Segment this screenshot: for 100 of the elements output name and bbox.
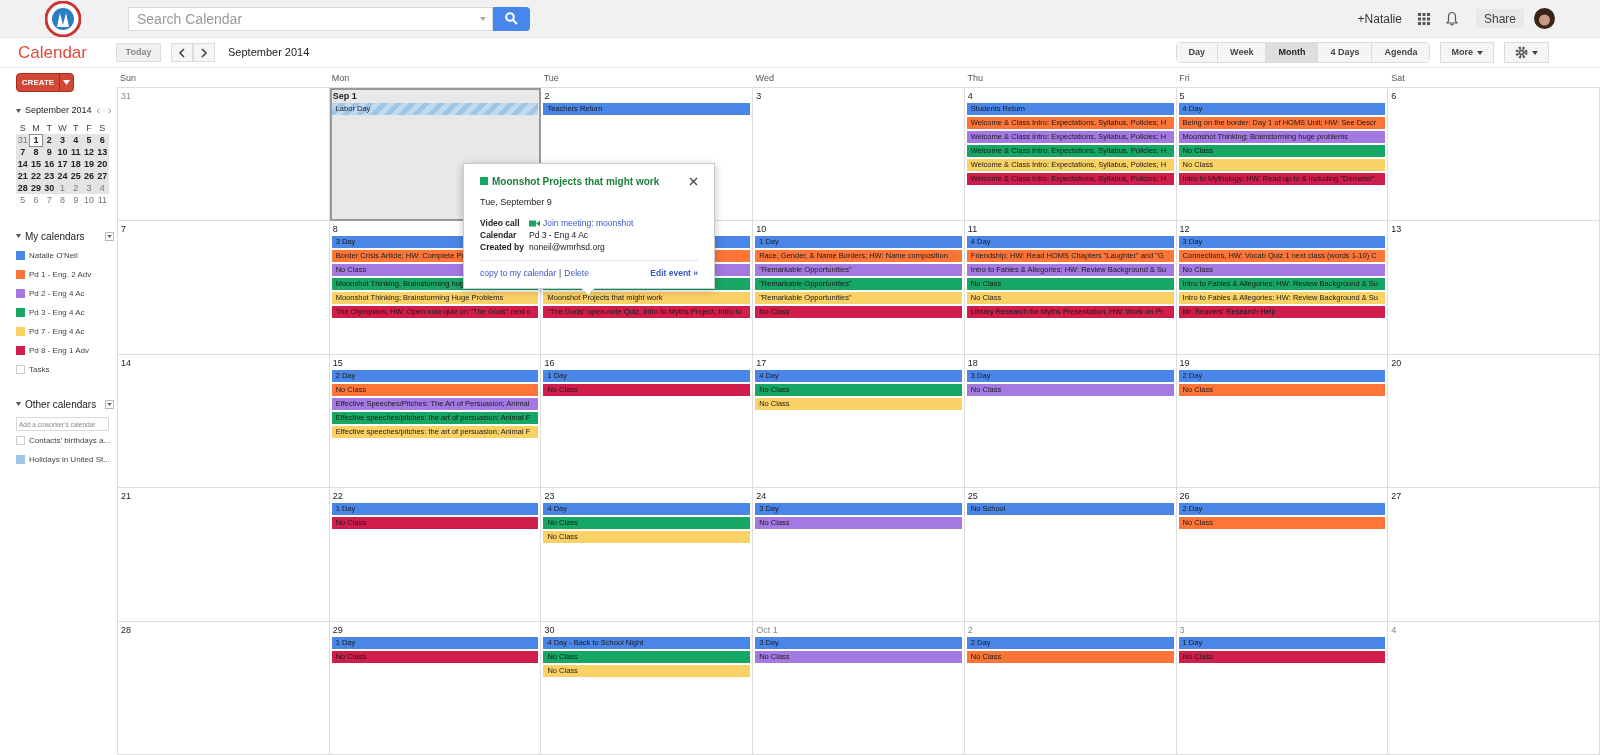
day-cell[interactable]: 31 [118,88,330,222]
day-cell[interactable]: 20 [1388,354,1600,489]
calendar-name[interactable]: Pd 3 - Eng 4 Ac [29,306,85,319]
date-label[interactable]: 12 [1179,224,1190,235]
calendar-name[interactable]: Pd 2 - Eng 4 Ac [29,287,85,300]
profile-link[interactable]: +Natalie [1357,9,1402,28]
day-cell[interactable]: 6 [1388,88,1600,222]
date-label[interactable]: 6 [1391,91,1397,101]
calendar-name[interactable]: Pd 1 - Eng. 2 Adv [29,268,92,281]
more-button[interactable]: More [1440,42,1494,63]
date-label[interactable]: 25 [967,491,978,502]
date-label[interactable]: 7 [121,224,126,235]
mini-calendar-day[interactable]: 7 [16,146,30,159]
date-label[interactable]: 27 [1391,491,1402,502]
mini-calendar-day[interactable]: 11 [95,194,109,207]
date-label[interactable]: 31 [121,91,131,101]
mini-calendar-day[interactable]: 31 [16,134,30,147]
date-label[interactable]: 18 [967,357,978,368]
date-label[interactable]: 13 [1391,224,1402,235]
date-label[interactable]: Oct 1 [756,624,778,635]
day-cell[interactable]: 14 [118,354,330,489]
mini-calendar-day[interactable]: 21 [16,170,30,183]
day-cell[interactable]: 27 [1388,488,1600,622]
date-label[interactable]: 30 [544,624,555,635]
date-label[interactable]: 3 [1179,624,1185,635]
date-label[interactable]: 11 [967,224,978,235]
date-label[interactable]: 19 [1179,357,1190,368]
date-label[interactable]: 23 [544,491,555,502]
view-tab[interactable]: 4 Days [1317,43,1372,62]
mini-calendar-day[interactable]: 6 [95,134,109,147]
calendar-name[interactable]: Natalie O'Neil [29,249,78,262]
day-cell[interactable]: 21 [118,488,330,622]
mini-calendar-day[interactable]: 27 [95,170,109,183]
calendar-name[interactable]: Pd 8 - Eng 1 Adv [29,344,90,357]
delete-link[interactable]: Delete [564,266,589,280]
mini-calendar-day[interactable]: 3 [55,134,70,147]
day-cell[interactable]: 7 [118,221,330,355]
mini-calendar-day[interactable]: 8 [55,194,70,207]
mini-calendar-day[interactable]: 18 [69,158,83,171]
date-label[interactable]: Sep 1 [332,91,357,101]
mini-calendar-day[interactable]: 20 [95,158,109,171]
mini-calendar-day[interactable]: 1 [55,182,70,195]
date-label[interactable]: 2 [967,624,973,635]
mini-calendar-day[interactable]: 13 [95,146,109,159]
mini-calendar-day[interactable]: 5 [16,194,30,207]
mini-calendar-day[interactable]: 17 [55,158,70,171]
mini-calendar-day[interactable]: 28 [16,182,30,195]
date-label[interactable]: 16 [544,357,555,368]
date-label[interactable]: 8 [332,224,338,235]
mini-calendar-day[interactable]: 10 [55,146,70,159]
mini-calendar-day[interactable]: 14 [16,158,30,171]
mini-calendar-day[interactable]: 22 [29,170,43,183]
mini-calendar-day[interactable]: 16 [42,158,56,171]
create-button[interactable]: CREATE [16,73,74,92]
mini-calendar-day[interactable]: 11 [69,146,83,159]
day-cell[interactable]: 3 [753,88,965,222]
mini-calendar-day[interactable]: 25 [69,170,83,183]
date-label[interactable]: 26 [1179,491,1190,502]
date-label[interactable]: 15 [332,357,343,368]
view-tab[interactable]: Week [1217,43,1266,62]
day-cell[interactable]: 28 [118,621,330,755]
date-label[interactable]: 28 [121,624,131,635]
view-tab[interactable]: Agenda [1371,43,1430,62]
mini-calendar-day[interactable]: 3 [82,182,96,195]
calendar-name[interactable]: Holidays in United St... [29,453,110,466]
mini-calendar-day[interactable]: 10 [82,194,96,207]
date-label[interactable]: 22 [332,491,343,502]
day-cell[interactable]: 13 [1388,221,1600,355]
calendar-name[interactable]: Tasks [29,363,50,376]
mini-calendar-day[interactable]: 8 [29,146,43,159]
date-label[interactable]: 29 [332,624,343,635]
calendar-name[interactable]: Pd 7 - Eng 4 Ac [29,325,85,338]
mini-calendar-day[interactable]: 9 [42,146,56,159]
date-label[interactable]: 3 [756,91,762,101]
mini-calendar-day[interactable]: 5 [82,134,96,147]
mini-calendar-day[interactable]: 30 [42,182,56,195]
date-label[interactable]: 4 [967,91,973,101]
mini-calendar-day[interactable]: 26 [82,170,96,183]
view-tab[interactable]: Day [1176,43,1218,62]
view-tab[interactable]: Month [1265,43,1318,62]
mini-calendar-day[interactable]: 9 [69,194,83,207]
share-button[interactable]: Share [1475,9,1524,28]
mini-calendar-day[interactable]: 4 [69,134,83,147]
date-label[interactable]: 5 [1179,91,1185,101]
day-cell[interactable]: 4 [1388,621,1600,755]
mini-calendar-day[interactable]: 7 [42,194,56,207]
mini-calendar-day[interactable]: 24 [55,170,70,183]
calendar-name[interactable]: Contacts' birthdays a... [29,434,111,447]
search-field[interactable]: Search Calendar [128,6,493,31]
mini-calendar-day[interactable]: 6 [29,194,43,207]
edit-event-link[interactable]: Edit event » [650,266,698,280]
mini-calendar-day[interactable]: 19 [82,158,96,171]
mini-calendar-day[interactable]: 23 [42,170,56,183]
date-label[interactable]: 20 [1391,357,1402,368]
date-label[interactable]: 2 [544,91,550,101]
date-label[interactable]: 21 [121,491,131,502]
mini-calendar-day[interactable]: 29 [29,182,43,195]
mini-calendar-day[interactable]: 15 [29,158,43,171]
mini-calendar-day[interactable]: 2 [42,134,56,147]
date-label[interactable]: 4 [1391,624,1397,635]
